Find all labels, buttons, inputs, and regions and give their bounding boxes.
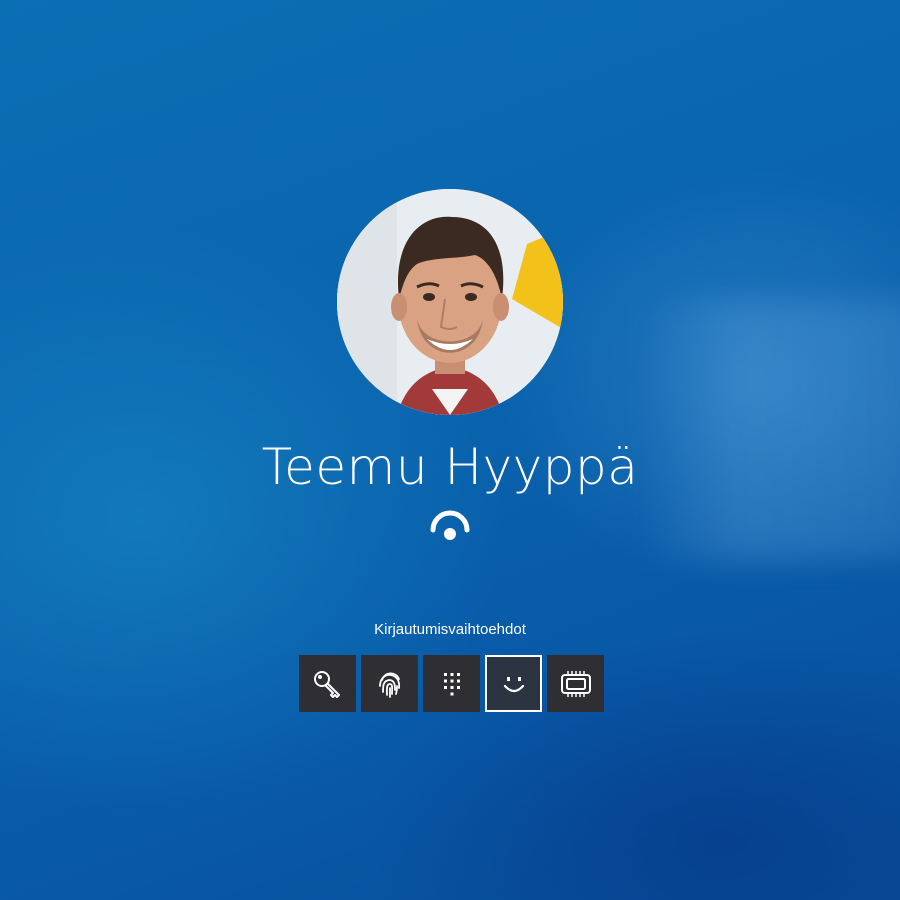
user-name: Teemu Hyyppä <box>261 438 639 496</box>
security-key-icon <box>558 666 594 702</box>
sign-in-options-label: Kirjautumisvaihtoehdot <box>374 621 526 638</box>
sign-in-options <box>299 655 604 712</box>
background-window-glow <box>640 300 900 560</box>
key-option-button[interactable] <box>299 655 356 712</box>
fingerprint-icon <box>372 666 408 702</box>
pin-keypad-icon <box>434 666 470 702</box>
pin-option-button[interactable] <box>423 655 480 712</box>
face-recognition-icon <box>427 506 473 542</box>
face-option-button[interactable] <box>485 655 542 712</box>
face-icon <box>496 666 532 702</box>
key-icon <box>310 666 346 702</box>
security-key-option-button[interactable] <box>547 655 604 712</box>
fingerprint-option-button[interactable] <box>361 655 418 712</box>
avatar <box>337 189 563 415</box>
